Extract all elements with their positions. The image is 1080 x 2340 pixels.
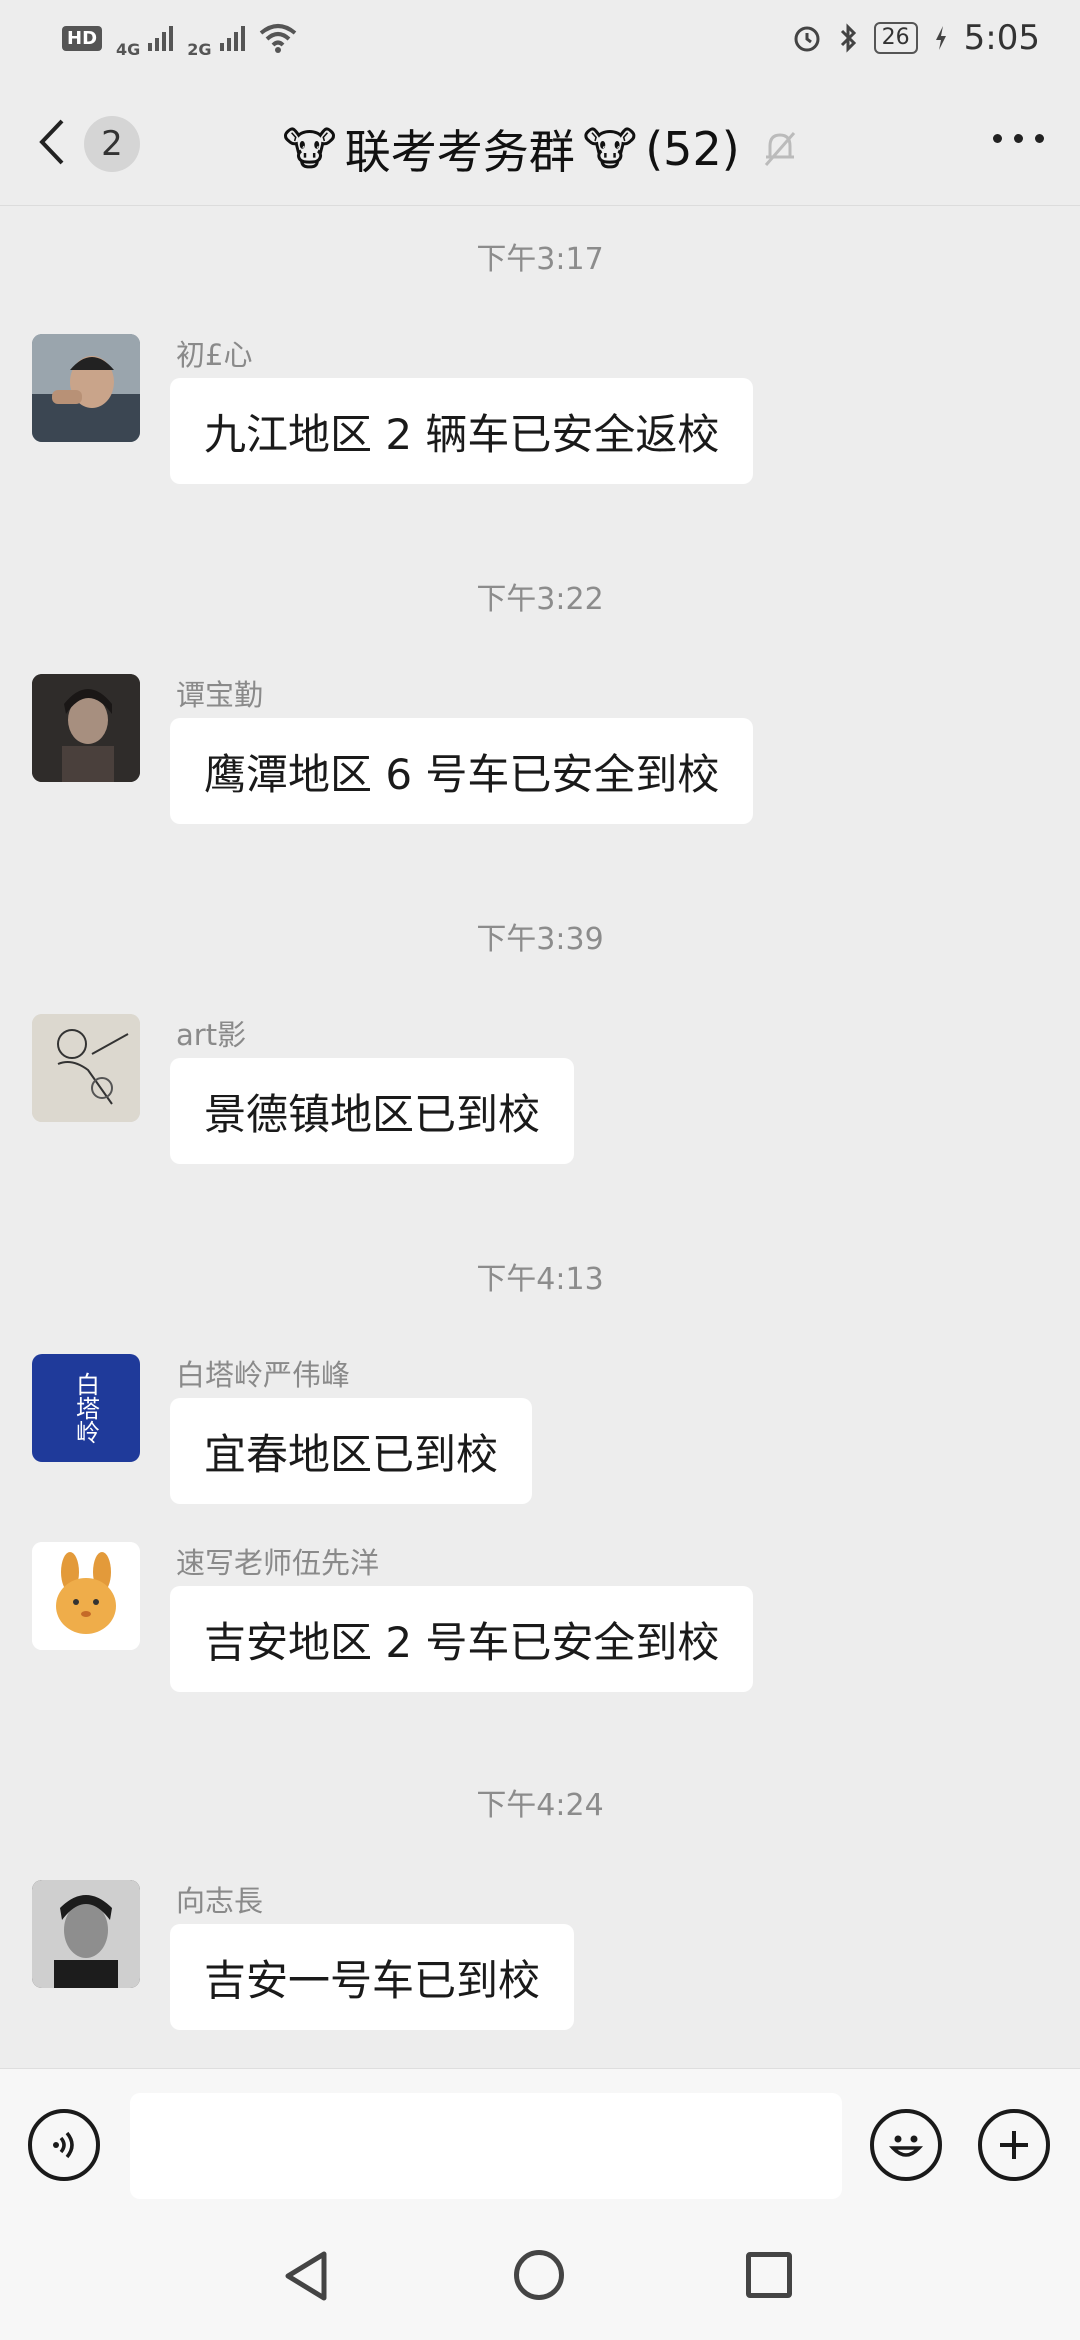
signal-icon-2 <box>219 25 245 51</box>
status-bar: HD 4G 2G 26 5:05 <box>0 0 1080 76</box>
message-input[interactable] <box>130 2093 842 2199</box>
clock-time: 5:05 <box>963 18 1040 58</box>
more-options-button[interactable] <box>993 134 1044 143</box>
avatar-photo <box>32 1880 140 1988</box>
plus-button[interactable] <box>978 2109 1050 2181</box>
emoji-icon <box>888 2135 924 2157</box>
network-2g-label: 2G <box>187 39 212 59</box>
avatar[interactable] <box>32 334 140 442</box>
avatar[interactable] <box>32 1014 140 1122</box>
voice-button[interactable] <box>28 2109 100 2181</box>
message-bubble[interactable]: 九江地区 2 辆车已安全返校 <box>170 378 754 484</box>
sender-name: 谭宝勤 <box>176 678 264 712</box>
page-title: 🐮 联考考务群 🐮 (52) <box>0 116 1080 182</box>
nav-back-icon[interactable] <box>282 2250 332 2302</box>
member-count: (52) <box>645 122 740 176</box>
status-left: HD 4G 2G <box>62 18 297 59</box>
message-bubble[interactable]: 景德镇地区已到校 <box>170 1058 575 1164</box>
group-name: 联考考务群 <box>344 125 575 179</box>
network-4g-label: 4G <box>116 39 141 59</box>
more-dot <box>1035 134 1044 143</box>
timestamp: 下午3:17 <box>476 242 604 277</box>
timestamp: 下午3:22 <box>476 582 604 617</box>
emoji-button[interactable] <box>870 2109 942 2181</box>
status-right: 26 5:05 <box>792 18 1040 58</box>
sender-name: 速写老师伍先洋 <box>176 1546 380 1580</box>
sender-name: art影 <box>176 1018 247 1052</box>
input-bar <box>0 2068 1080 2215</box>
sender-name: 白塔岭严伟峰 <box>176 1358 351 1392</box>
avatar-bunny-icon <box>32 1542 140 1650</box>
avatar[interactable]: 白塔岭 <box>32 1354 140 1462</box>
wifi-icon <box>259 24 296 53</box>
avatar-photo <box>32 674 140 782</box>
message-bubble[interactable]: 吉安一号车已到校 <box>170 1924 575 2030</box>
timestamp: 下午4:24 <box>476 1788 604 1823</box>
bell-muted-icon <box>764 132 795 166</box>
bluetooth-icon <box>840 23 856 53</box>
avatar-sketch <box>32 1014 140 1122</box>
nav-recents-icon[interactable] <box>746 2252 792 2298</box>
more-dot <box>1014 134 1023 143</box>
sender-name: 初£心 <box>176 338 253 372</box>
title-emoji-left: 🐮 <box>282 122 337 176</box>
message-bubble[interactable]: 吉安地区 2 号车已安全到校 <box>170 1586 754 1692</box>
battery-indicator: 26 <box>873 22 918 54</box>
alarm-icon <box>794 26 820 52</box>
charging-icon <box>935 26 946 50</box>
avatar-photo <box>32 334 140 442</box>
more-dots-icon <box>993 134 1002 143</box>
chat-header: 2 🐮 联考考务群 🐮 (52) <box>0 76 1080 206</box>
avatar-logo-text: 白塔岭 <box>71 1372 100 1444</box>
hd-badge: HD <box>62 25 103 51</box>
voice-icon <box>53 2131 74 2159</box>
plus-icon <box>1000 2131 1028 2159</box>
message-bubble[interactable]: 鹰潭地区 6 号车已安全到校 <box>170 718 754 824</box>
signal-icon <box>148 25 174 51</box>
nav-home-icon[interactable] <box>514 2250 564 2300</box>
timestamp: 下午3:39 <box>476 922 604 957</box>
avatar[interactable] <box>32 1880 140 1988</box>
message-bubble[interactable]: 宜春地区已到校 <box>170 1398 533 1504</box>
sender-name: 向志長 <box>176 1884 264 1918</box>
title-emoji-right: 🐮 <box>582 122 638 176</box>
avatar[interactable] <box>32 674 140 782</box>
timestamp: 下午4:13 <box>476 1262 604 1297</box>
system-nav-bar <box>0 2214 1080 2340</box>
avatar[interactable] <box>32 1542 140 1650</box>
